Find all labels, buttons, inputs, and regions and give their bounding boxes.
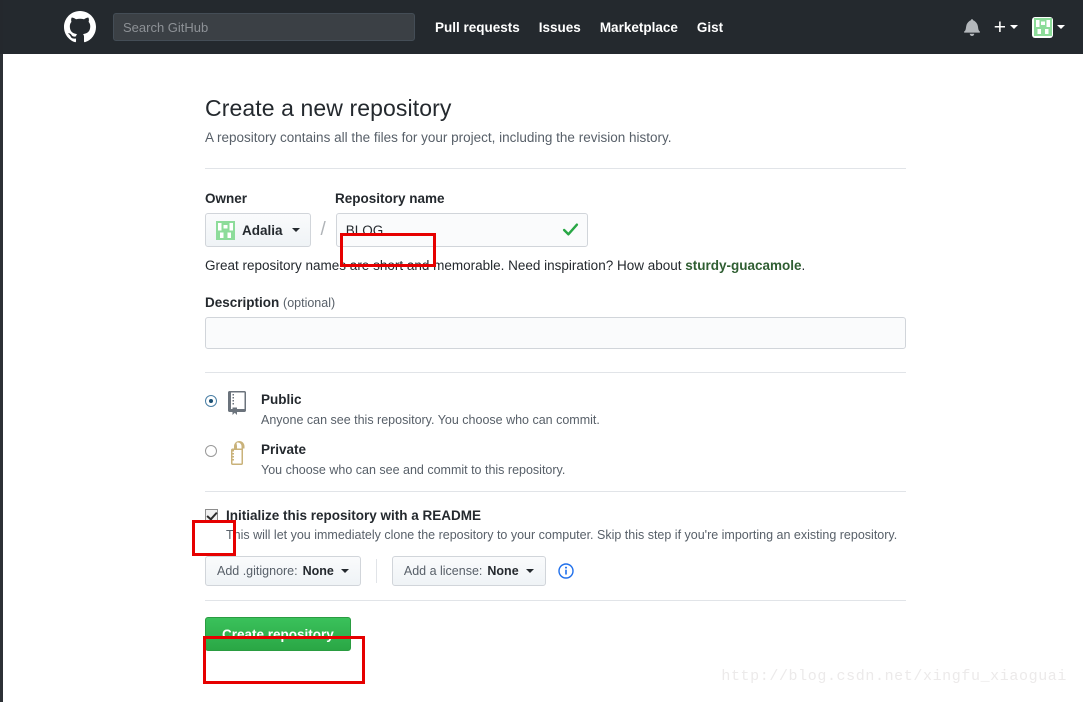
page-root: Pull requests Issues Marketplace Gist + [0, 0, 1083, 702]
primary-nav: Pull requests Issues Marketplace Gist [435, 20, 742, 35]
github-mark-icon[interactable] [64, 11, 96, 43]
gitignore-select-button[interactable]: Add .gitignore: None [205, 556, 361, 586]
search-input[interactable] [113, 13, 415, 41]
user-avatar-icon [1032, 16, 1053, 38]
visibility-public-texts: Public Anyone can see this repository. Y… [261, 391, 600, 427]
create-new-menu[interactable]: + [994, 17, 1018, 38]
license-prefix: Add a license: [403, 564, 483, 578]
repo-name-field [335, 213, 588, 247]
description-label: Description [205, 295, 280, 310]
name-suggestion[interactable]: sturdy-guacamole [685, 258, 801, 273]
description-input[interactable] [205, 317, 906, 349]
nav-marketplace[interactable]: Marketplace [600, 20, 678, 35]
repository-name-label: Repository name [335, 191, 445, 206]
divider [205, 491, 906, 492]
license-value: None [487, 564, 519, 578]
account-menu[interactable] [1032, 16, 1065, 38]
readme-section: Initialize this repository with a README… [205, 508, 906, 586]
info-circle-icon[interactable] [557, 563, 574, 579]
description-optional-note: (optional) [283, 296, 336, 310]
owner-name-labels: Owner Repository name [205, 191, 906, 206]
dropdown-separator [375, 559, 377, 583]
visibility-public-description: Anyone can see this repository. You choo… [261, 413, 600, 427]
visibility-option-private[interactable]: Private You choose who can see and commi… [205, 441, 906, 477]
watermark: http://blog.csdn.net/xingfu_xiaoguai [721, 668, 1067, 685]
radio-private[interactable] [205, 445, 217, 457]
chevron-down-icon [291, 228, 300, 232]
chevron-down-icon [1010, 25, 1018, 29]
license-select-button[interactable]: Add a license: None [391, 556, 546, 586]
chevron-down-icon [525, 569, 534, 573]
bell-icon[interactable] [963, 18, 980, 36]
template-dropdowns: Add .gitignore: None Add a license: None [205, 556, 906, 586]
gitignore-prefix: Add .gitignore: [217, 564, 298, 578]
visibility-options: Public Anyone can see this repository. Y… [205, 391, 906, 477]
nav-gist[interactable]: Gist [697, 20, 723, 35]
readme-row[interactable]: Initialize this repository with a README [205, 508, 906, 523]
new-repository-form: Create a new repository A repository con… [205, 95, 906, 651]
page-subtitle: A repository contains all the files for … [205, 130, 672, 145]
lock-icon [227, 441, 253, 470]
gitignore-value: None [302, 564, 334, 578]
owner-name-row: Adalia / [205, 213, 906, 247]
visibility-option-public[interactable]: Public Anyone can see this repository. Y… [205, 391, 906, 427]
repo-book-icon [227, 391, 253, 420]
owner-label: Owner [205, 191, 248, 206]
hint-prefix: Great repository names are short and mem… [205, 258, 686, 273]
create-repository-button[interactable]: Create repository [205, 617, 351, 651]
page-title: Create a new repository [205, 95, 452, 121]
hint-suffix: . [801, 258, 806, 273]
owner-value: Adalia [242, 222, 283, 238]
description-label-row: Description (optional) [205, 295, 906, 310]
nav-pull-requests[interactable]: Pull requests [435, 20, 520, 35]
global-header: Pull requests Issues Marketplace Gist + [0, 0, 1083, 54]
left-edge-strip [0, 0, 3, 702]
radio-public[interactable] [205, 395, 217, 407]
repo-name-input[interactable] [335, 213, 588, 247]
divider [205, 168, 906, 169]
chevron-down-icon [340, 569, 349, 573]
visibility-private-texts: Private You choose who can see and commi… [261, 441, 565, 477]
chevron-down-icon [1057, 25, 1065, 29]
visibility-private-description: You choose who can see and commit to thi… [261, 463, 566, 477]
visibility-public-name: Public [261, 392, 302, 407]
header-actions: + [963, 0, 1065, 54]
check-mark-icon [562, 221, 579, 238]
path-separator: / [320, 219, 326, 240]
identicon-avatar-icon [216, 220, 235, 240]
owner-select-button[interactable]: Adalia [205, 213, 311, 247]
visibility-private-name: Private [261, 442, 307, 457]
readme-description: This will let you immediately clone the … [226, 528, 898, 542]
nav-issues[interactable]: Issues [539, 20, 581, 35]
repo-name-hint: Great repository names are short and mem… [205, 258, 906, 273]
readme-checkbox[interactable] [205, 509, 218, 522]
plus-icon: + [993, 15, 1006, 39]
divider [205, 372, 906, 373]
divider [205, 600, 906, 601]
readme-label: Initialize this repository with a README [226, 508, 482, 523]
